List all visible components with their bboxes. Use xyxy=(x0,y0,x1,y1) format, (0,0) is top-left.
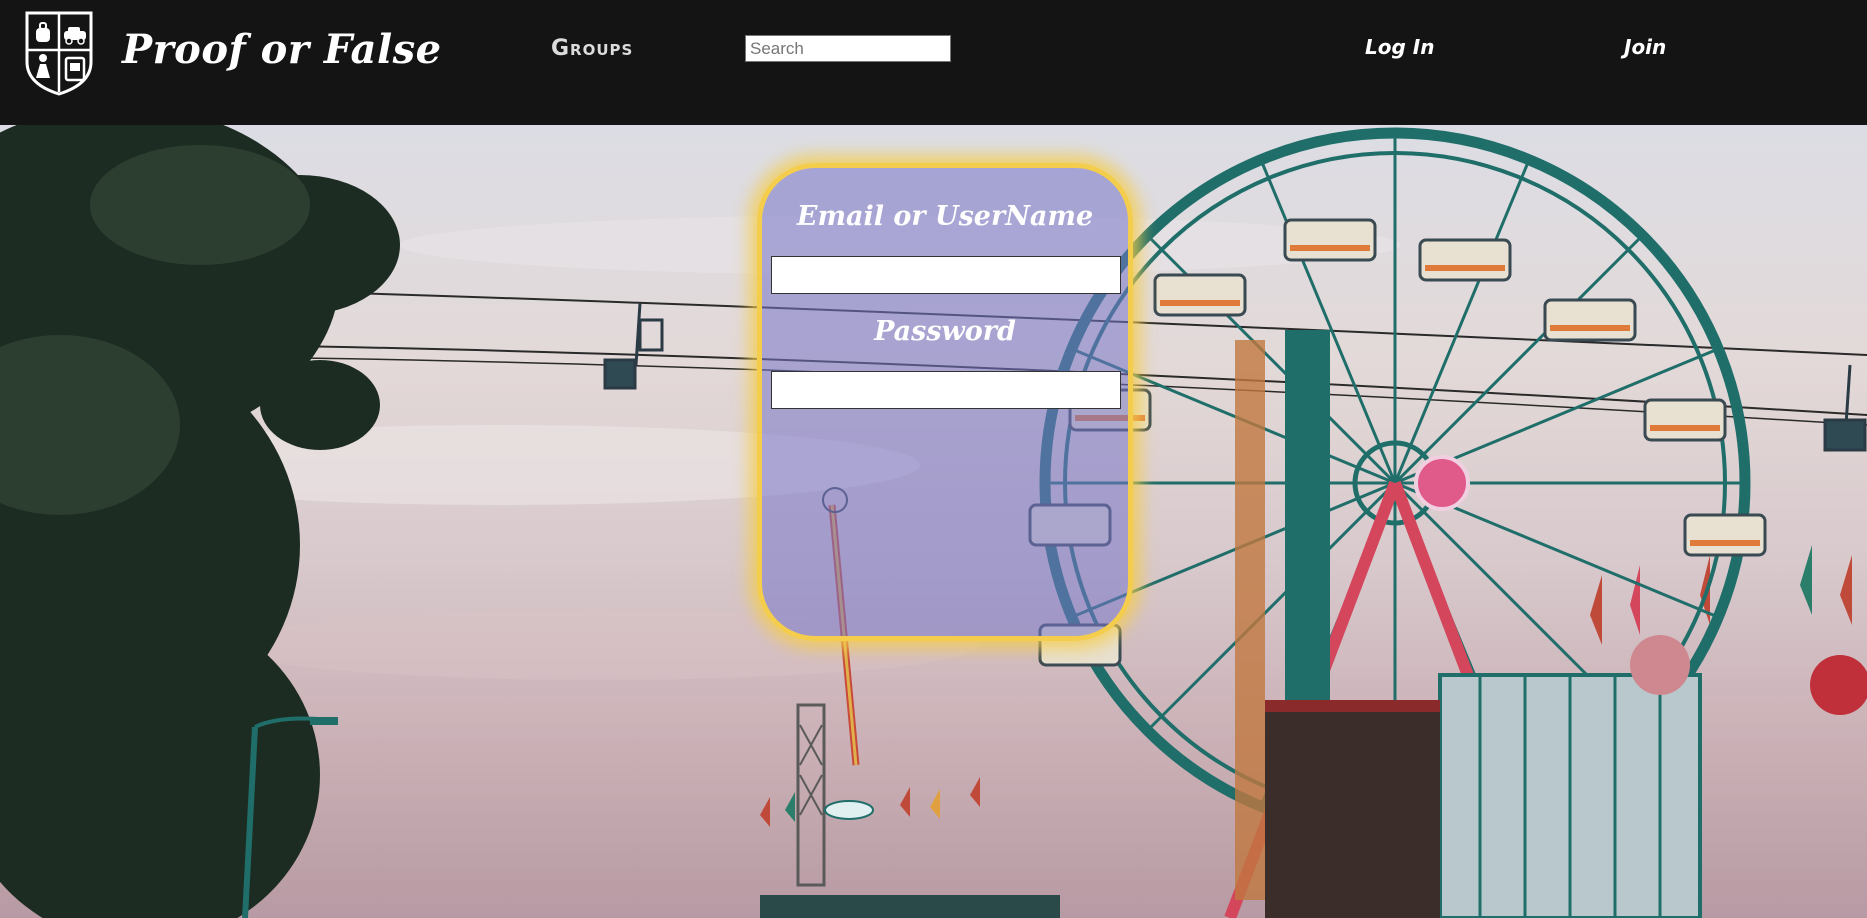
top-navbar: Proof or False Groups Log In Join xyxy=(0,0,1867,125)
username-field[interactable] xyxy=(771,256,1121,294)
nav-link-groups[interactable]: Groups xyxy=(551,36,633,61)
brand-title[interactable]: Proof or False xyxy=(122,26,442,73)
username-label: Email or UserName xyxy=(796,201,1094,232)
password-label: Password xyxy=(874,316,1016,347)
nav-link-login[interactable]: Log In xyxy=(1365,35,1434,59)
login-form-card: Email or UserName Password xyxy=(757,163,1133,641)
search-input[interactable] xyxy=(745,35,951,62)
logo-shield-icon[interactable] xyxy=(24,10,94,96)
nav-link-join[interactable]: Join xyxy=(1624,35,1666,59)
password-field[interactable] xyxy=(771,371,1121,409)
